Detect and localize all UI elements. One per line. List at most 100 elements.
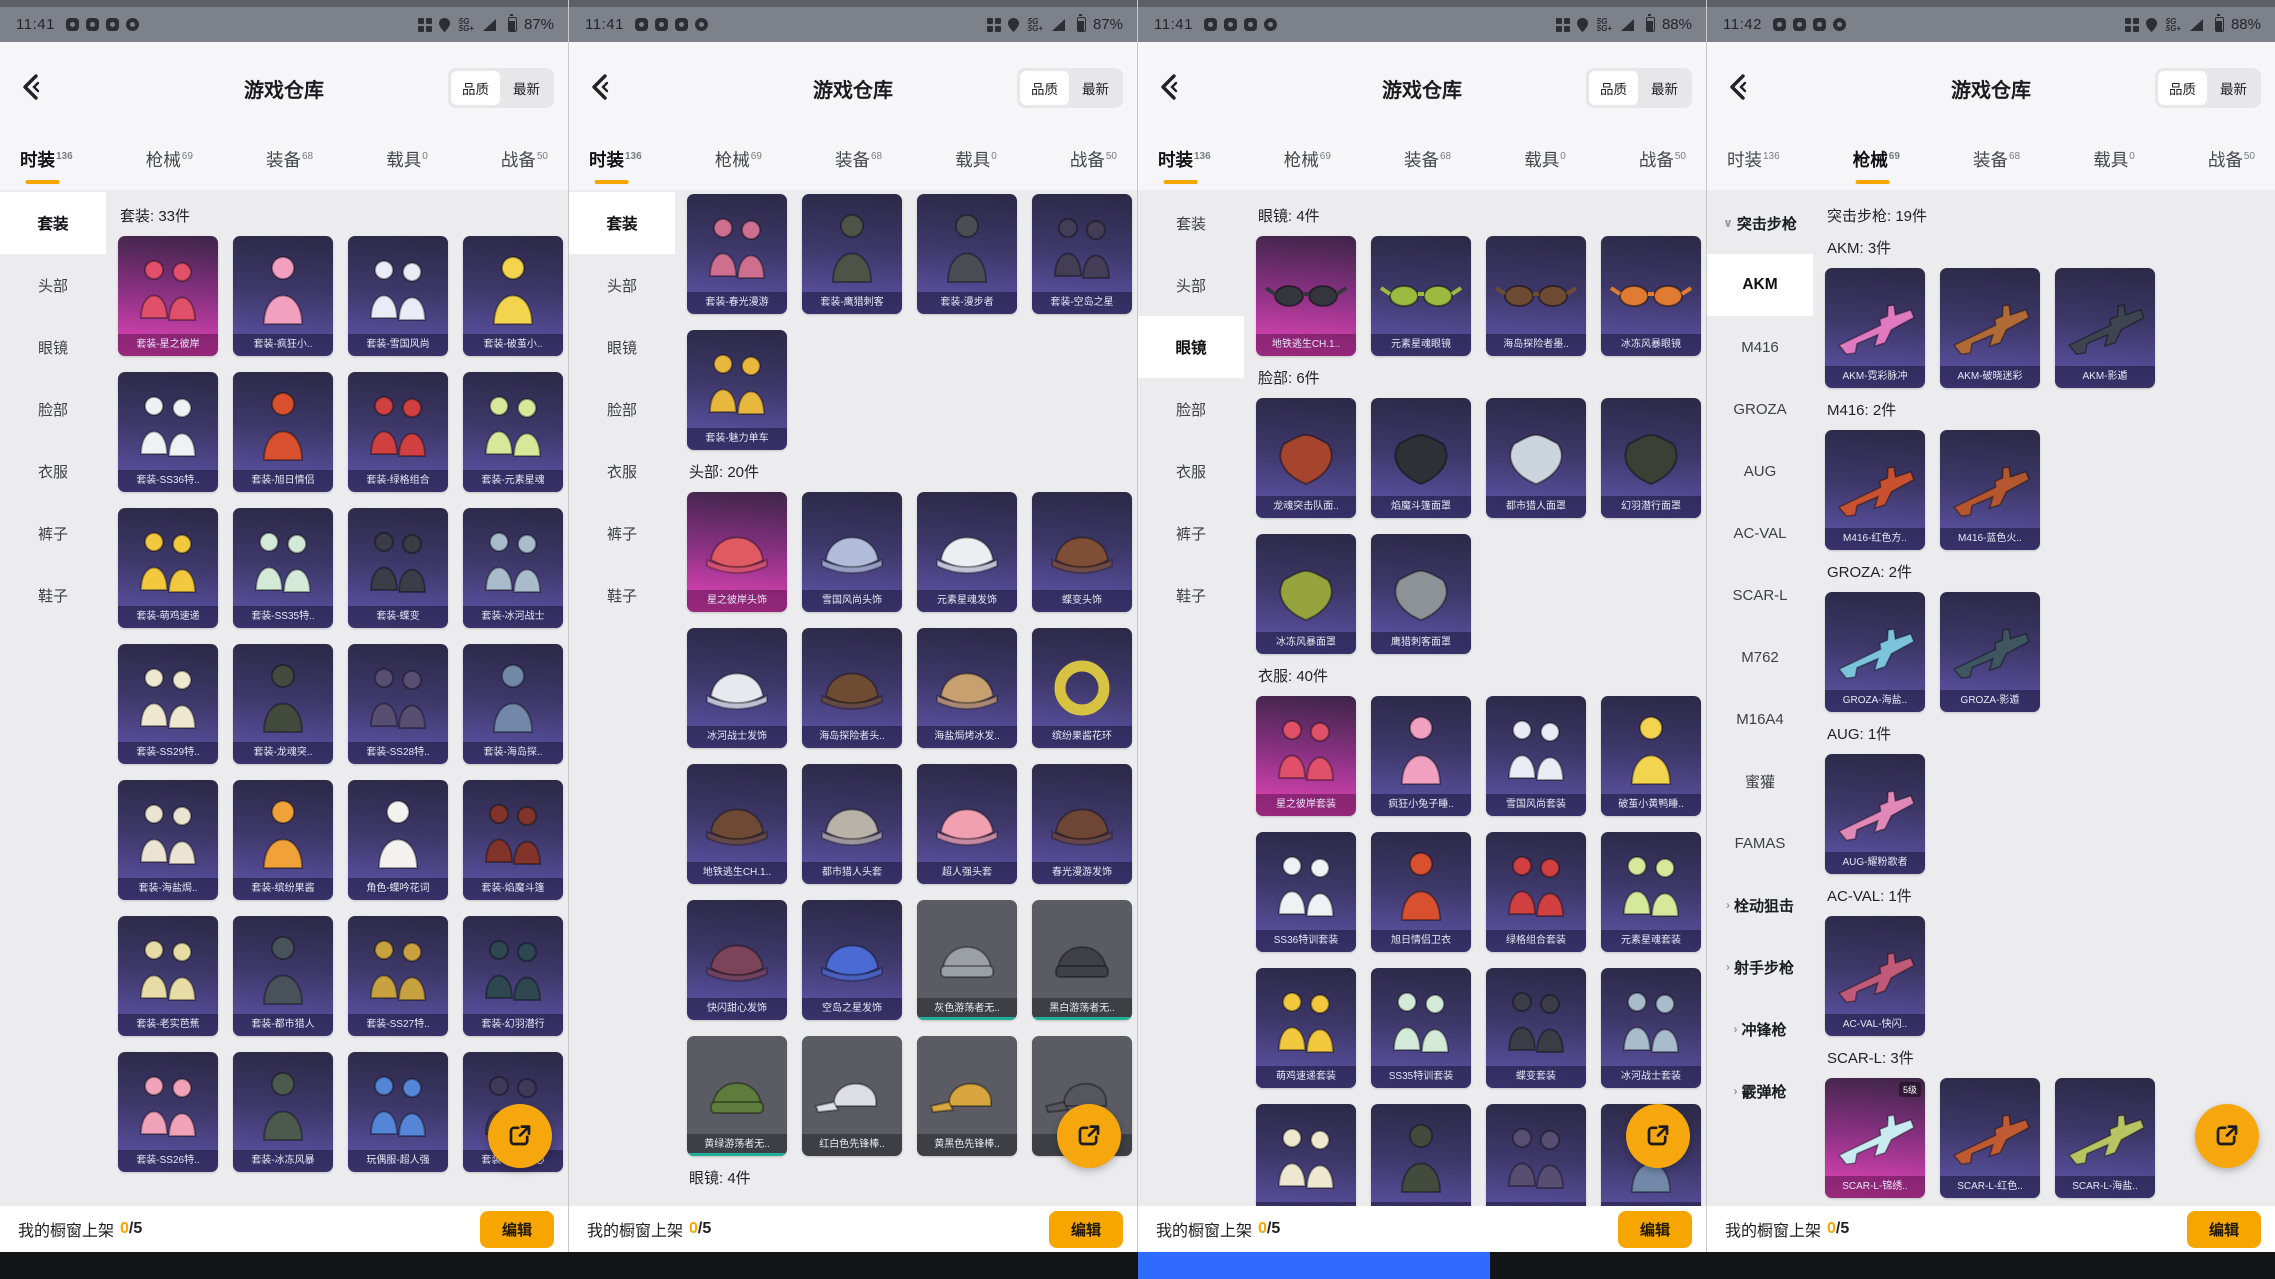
item-card[interactable]: GROZA-影遁 bbox=[1940, 592, 2040, 712]
back-button[interactable] bbox=[14, 71, 48, 105]
edit-button[interactable]: 编辑 bbox=[480, 1211, 554, 1248]
share-showcase-button[interactable] bbox=[1626, 1104, 1690, 1168]
item-card[interactable]: 春光漫游发饰 bbox=[1032, 764, 1132, 884]
tab-战备[interactable]: 战备50 bbox=[499, 141, 550, 178]
sidebar-item-蜜獾[interactable]: 蜜獾 bbox=[1707, 750, 1813, 812]
item-card[interactable]: 超人强头套 bbox=[917, 764, 1017, 884]
item-card[interactable]: 龙魂突击队面.. bbox=[1256, 398, 1356, 518]
sidebar-item-突击步枪[interactable]: ∨突击步枪 bbox=[1707, 192, 1813, 254]
sidebar-item-GROZA[interactable]: GROZA bbox=[1707, 378, 1813, 440]
tab-时装[interactable]: 时装136 bbox=[18, 141, 75, 178]
item-card[interactable]: AUG-耀粉歌者 bbox=[1825, 754, 1925, 874]
sidebar-item-射手步枪[interactable]: ›射手步枪 bbox=[1707, 936, 1813, 998]
item-card[interactable]: SS29特训套装 bbox=[1256, 1104, 1356, 1206]
item-card[interactable]: 套装-SS29特.. bbox=[118, 644, 218, 764]
item-card[interactable]: 蝶变套装 bbox=[1486, 968, 1586, 1088]
sidebar-item-套装[interactable]: 套装 bbox=[0, 192, 106, 254]
tab-装备[interactable]: 装备68 bbox=[833, 141, 884, 178]
item-card[interactable]: 套装-魅力单车 bbox=[687, 330, 787, 450]
tab-战备[interactable]: 战备50 bbox=[1068, 141, 1119, 178]
sidebar-item-鞋子[interactable]: 鞋子 bbox=[1138, 564, 1244, 626]
item-card[interactable]: 冰冻风暴眼镜 bbox=[1601, 236, 1701, 356]
item-card[interactable]: 套装-空岛之星 bbox=[1032, 194, 1132, 314]
item-card[interactable]: 都市猎人头套 bbox=[802, 764, 902, 884]
filter-chip-latest[interactable]: 最新 bbox=[1640, 71, 1689, 105]
filter-chip-latest[interactable]: 最新 bbox=[502, 71, 551, 105]
item-card[interactable]: 套装-鹰猎刺客 bbox=[802, 194, 902, 314]
item-card[interactable]: 星之彼岸头饰 bbox=[687, 492, 787, 612]
tab-时装[interactable]: 时装136 bbox=[1156, 141, 1213, 178]
item-card[interactable]: SS28特训套装 bbox=[1486, 1104, 1586, 1206]
item-card[interactable]: 海岛探险者墨.. bbox=[1486, 236, 1586, 356]
tab-时装[interactable]: 时装136 bbox=[1725, 141, 1782, 178]
edit-button[interactable]: 编辑 bbox=[1618, 1211, 1692, 1248]
item-card[interactable]: SCAR-L-红色.. bbox=[1940, 1078, 2040, 1198]
sidebar-item-M16A4[interactable]: M16A4 bbox=[1707, 688, 1813, 750]
item-card[interactable]: 幻羽潜行面罩 bbox=[1601, 398, 1701, 518]
item-card[interactable]: 角色-蝶吟花词 bbox=[348, 780, 448, 900]
item-card[interactable]: 黄绿游荡者无.. bbox=[687, 1036, 787, 1156]
item-card[interactable]: 绿格组合套装 bbox=[1486, 832, 1586, 952]
item-card[interactable]: M416-蓝色火.. bbox=[1940, 430, 2040, 550]
sidebar-item-眼镜[interactable]: 眼镜 bbox=[0, 316, 106, 378]
item-card[interactable]: 元素星魂发饰 bbox=[917, 492, 1017, 612]
sidebar-item-脸部[interactable]: 脸部 bbox=[1138, 378, 1244, 440]
tab-装备[interactable]: 装备68 bbox=[264, 141, 315, 178]
item-card[interactable]: 套装-破茧小.. bbox=[463, 236, 563, 356]
sidebar-item-裤子[interactable]: 裤子 bbox=[1138, 502, 1244, 564]
item-card[interactable]: 玩偶服-超人强 bbox=[348, 1052, 448, 1172]
tab-枪械[interactable]: 枪械69 bbox=[1282, 141, 1333, 178]
item-card[interactable]: 空岛之星发饰 bbox=[802, 900, 902, 1020]
sidebar-item-栓动狙击[interactable]: ›栓动狙击 bbox=[1707, 874, 1813, 936]
item-card[interactable]: 套装-蝶变 bbox=[348, 508, 448, 628]
item-card[interactable]: 地铁逃生CH.1.. bbox=[1256, 236, 1356, 356]
sidebar-item-AUG[interactable]: AUG bbox=[1707, 440, 1813, 502]
filter-chip-latest[interactable]: 最新 bbox=[2209, 71, 2258, 105]
sidebar-item-SCAR-L[interactable]: SCAR-L bbox=[1707, 564, 1813, 626]
sidebar-item-鞋子[interactable]: 鞋子 bbox=[569, 564, 675, 626]
back-button[interactable] bbox=[583, 71, 617, 105]
item-card[interactable]: 海盐焗烤冰发.. bbox=[917, 628, 1017, 748]
item-card[interactable]: 套装-老实芭蕉 bbox=[118, 916, 218, 1036]
item-card[interactable]: AC-VAL-快闪.. bbox=[1825, 916, 1925, 1036]
tab-枪械[interactable]: 枪械69 bbox=[144, 141, 195, 178]
item-card[interactable]: 套装-缤纷果酱 bbox=[233, 780, 333, 900]
item-card[interactable]: 套装-冰河战士 bbox=[463, 508, 563, 628]
sidebar-item-冲锋枪[interactable]: ›冲锋枪 bbox=[1707, 998, 1813, 1060]
sidebar-item-衣服[interactable]: 衣服 bbox=[0, 440, 106, 502]
sidebar-item-脸部[interactable]: 脸部 bbox=[569, 378, 675, 440]
sidebar-item-M762[interactable]: M762 bbox=[1707, 626, 1813, 688]
share-showcase-button[interactable] bbox=[1057, 1104, 1121, 1168]
sidebar-item-眼镜[interactable]: 眼镜 bbox=[569, 316, 675, 378]
sidebar-item-头部[interactable]: 头部 bbox=[0, 254, 106, 316]
sidebar-item-M416[interactable]: M416 bbox=[1707, 316, 1813, 378]
item-card[interactable]: 地铁逃生CH.1.. bbox=[687, 764, 787, 884]
item-card[interactable]: 套装-龙魂突.. bbox=[233, 644, 333, 764]
sidebar-item-眼镜[interactable]: 眼镜 bbox=[1138, 316, 1244, 378]
item-card[interactable]: 套装-焰魔斗篷 bbox=[463, 780, 563, 900]
share-showcase-button[interactable] bbox=[488, 1104, 552, 1168]
item-card[interactable]: 快闪甜心发饰 bbox=[687, 900, 787, 1020]
back-button[interactable] bbox=[1721, 71, 1755, 105]
item-card[interactable]: 套装-都市猎人 bbox=[233, 916, 333, 1036]
filter-chip-latest[interactable]: 最新 bbox=[1071, 71, 1120, 105]
item-card[interactable]: 灰色游荡者无.. bbox=[917, 900, 1017, 1020]
item-card[interactable]: 套装-海岛探.. bbox=[463, 644, 563, 764]
item-card[interactable]: 缤纷果酱花环 bbox=[1032, 628, 1132, 748]
item-card[interactable]: 龙魂突击队套.. bbox=[1371, 1104, 1471, 1206]
tab-载具[interactable]: 载具0 bbox=[953, 141, 999, 178]
filter-chip-quality[interactable]: 品质 bbox=[1589, 71, 1638, 105]
item-card[interactable]: 套装-SS35特.. bbox=[233, 508, 333, 628]
item-card[interactable]: SS35特训套装 bbox=[1371, 968, 1471, 1088]
sidebar-item-衣服[interactable]: 衣服 bbox=[569, 440, 675, 502]
sidebar-item-FAMAS[interactable]: FAMAS bbox=[1707, 812, 1813, 874]
item-card[interactable]: 冰冻风暴面罩 bbox=[1256, 534, 1356, 654]
share-showcase-button[interactable] bbox=[2195, 1104, 2259, 1168]
sidebar-item-头部[interactable]: 头部 bbox=[569, 254, 675, 316]
filter-chip-quality[interactable]: 品质 bbox=[1020, 71, 1069, 105]
edit-button[interactable]: 编辑 bbox=[2187, 1211, 2261, 1248]
filter-chip-quality[interactable]: 品质 bbox=[451, 71, 500, 105]
item-card[interactable]: 套装-幻羽潜行 bbox=[463, 916, 563, 1036]
item-card[interactable]: 套装-春光漫游 bbox=[687, 194, 787, 314]
item-card[interactable]: 套装-星之彼岸 bbox=[118, 236, 218, 356]
